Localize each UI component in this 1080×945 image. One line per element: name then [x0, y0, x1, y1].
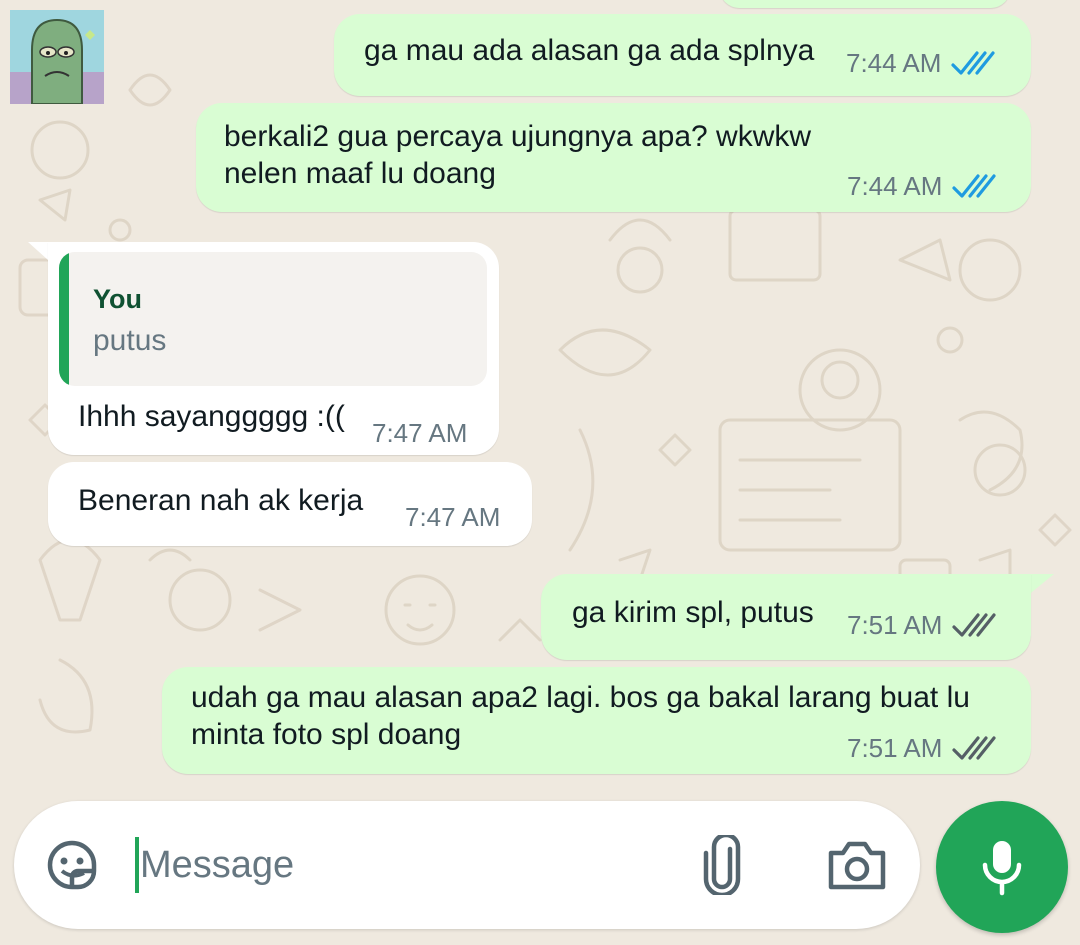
message-time: 7:47 AM — [405, 502, 501, 532]
read-ticks-icon — [952, 173, 997, 198]
delivered-ticks-icon — [952, 612, 997, 637]
message-text: ga kirim spl, putus — [572, 596, 814, 629]
contact-avatar[interactable] — [10, 10, 104, 104]
sticker-avatar-icon — [10, 10, 104, 104]
message-bubble[interactable]: udah ga mau alasan apa2 lagi. bos ga bak… — [162, 667, 1031, 774]
message-text: Beneran nah ak kerja — [78, 484, 364, 517]
message-text: ga mau ada alasan ga ada splnya — [364, 34, 815, 67]
message-meta: 7:51 AM — [847, 733, 998, 764]
message-bubble[interactable]: Beneran nah ak kerja 7:47 AM — [48, 462, 532, 546]
message-time: 7:47 AM — [372, 418, 468, 448]
camera-button[interactable] — [824, 835, 890, 895]
message-bubble[interactable]: ga mau ada alasan ga ada splnya 7:44 AM — [334, 14, 1031, 96]
attach-button[interactable] — [692, 835, 752, 895]
message-meta: 7:51 AM — [847, 610, 998, 641]
text-caret — [135, 837, 139, 893]
message-composer — [14, 801, 920, 929]
message-bubble[interactable]: ga kirim spl, putus 7:51 AM — [541, 574, 1031, 660]
sticker-icon — [47, 840, 97, 890]
delivered-ticks-icon — [952, 735, 997, 760]
message-time: 7:51 AM — [847, 610, 943, 640]
message-bubble[interactable]: berkali2 gua percaya ujungnya apa? wkwkw… — [196, 103, 1031, 212]
paperclip-icon — [703, 835, 741, 895]
message-time: 7:44 AM — [846, 48, 942, 78]
sticker-button[interactable] — [40, 833, 104, 897]
message-meta: 7:44 AM — [846, 48, 997, 79]
quote-author: You — [93, 284, 142, 314]
message-time: 7:51 AM — [847, 733, 943, 763]
message-meta: 7:44 AM — [847, 171, 998, 202]
voice-message-button[interactable] — [936, 801, 1068, 933]
message-text: Ihhh sayanggggg :(( — [78, 400, 345, 433]
reply-quote[interactable]: You putus — [59, 252, 487, 386]
quote-text: putus — [93, 324, 167, 357]
message-time: 7:44 AM — [847, 171, 943, 201]
microphone-icon — [982, 841, 1022, 896]
read-ticks-icon — [951, 50, 996, 75]
camera-icon — [828, 841, 886, 890]
message-input[interactable] — [134, 821, 680, 909]
message-text: berkali2 gua percaya ujungnya apa? wkwkw… — [224, 120, 812, 190]
quote-accent-bar — [59, 252, 69, 386]
partial-message-bubble — [720, 0, 1010, 8]
